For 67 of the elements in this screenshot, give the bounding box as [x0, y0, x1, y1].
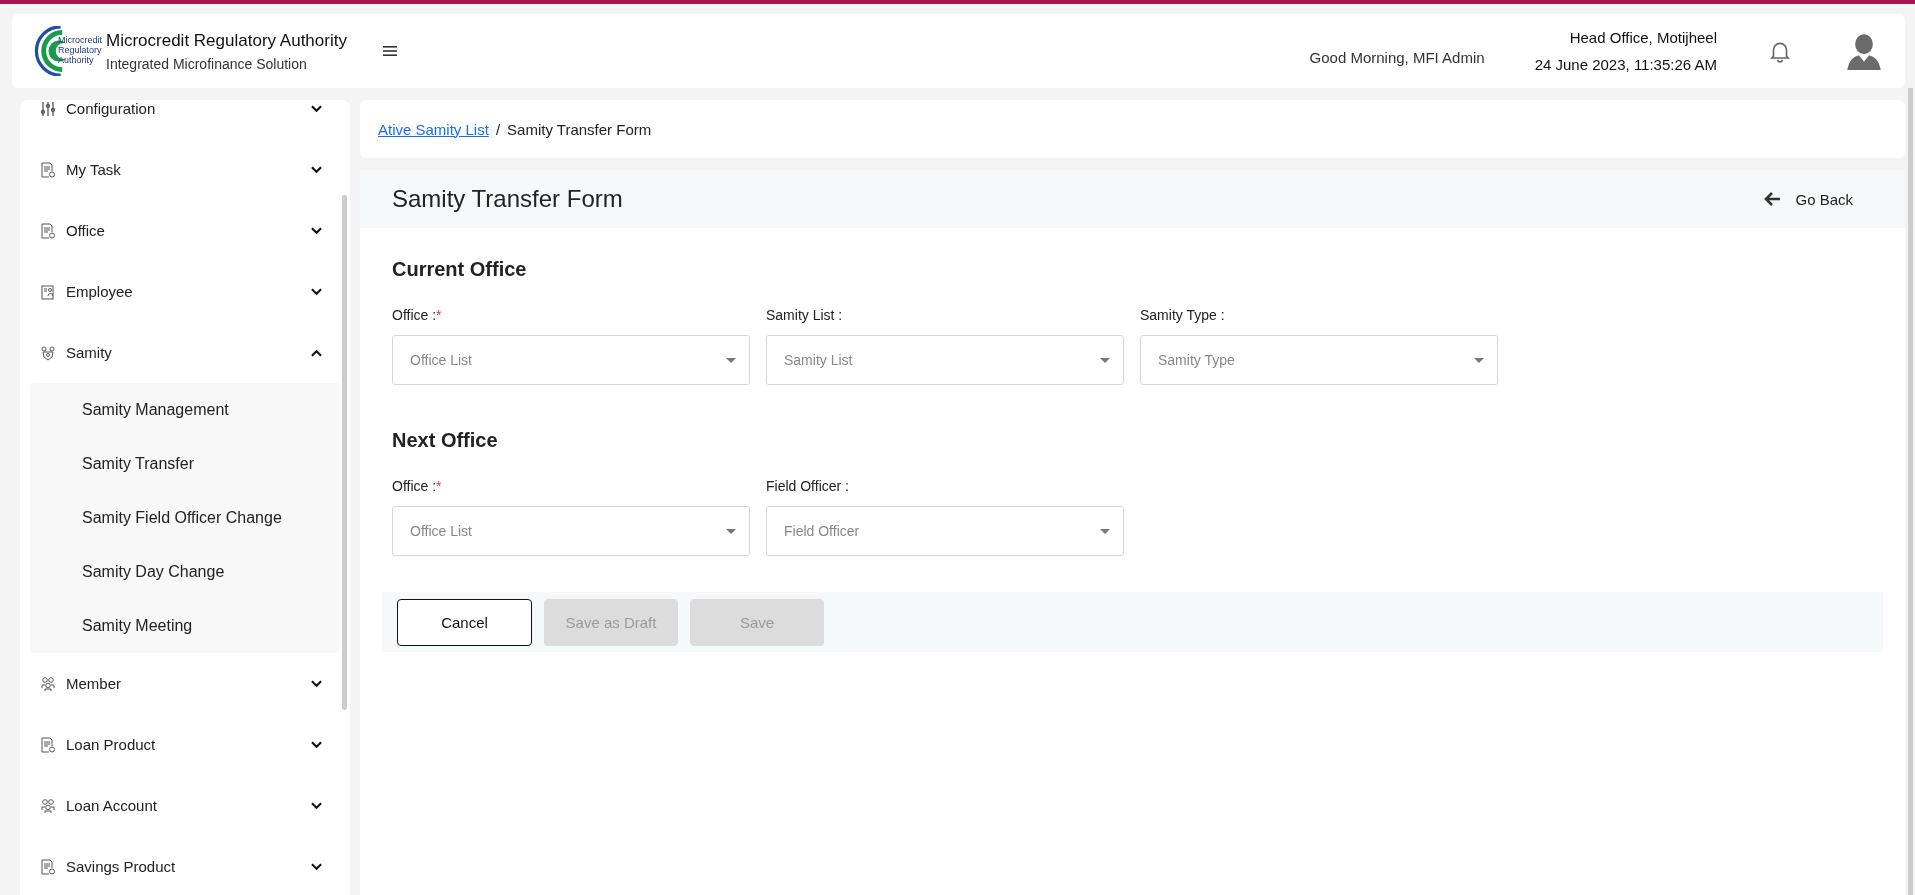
submenu-item[interactable]: Samity Day Change: [30, 545, 340, 599]
caret-icon: [1100, 357, 1110, 363]
section-heading: Next Office: [392, 429, 499, 452]
chevron-down-icon: [311, 679, 322, 688]
dropdown-field[interactable]: Office List: [392, 506, 750, 556]
submenu-item[interactable]: Samity Transfer: [30, 437, 340, 491]
caret-icon: [726, 528, 736, 534]
menu-icon[interactable]: [382, 45, 397, 57]
field-label: Office :*: [392, 478, 443, 494]
sidebar-item[interactable]: Office: [30, 200, 340, 261]
field-label: Field Officer :: [766, 478, 850, 494]
breadcrumb-current: Samity Transfer Form: [507, 120, 652, 138]
chevron-up-icon: [311, 348, 322, 357]
arrow-left-icon: [1763, 191, 1782, 207]
logo-text: Authority: [58, 55, 95, 65]
sidebar-item[interactable]: Configuration: [30, 100, 340, 139]
sidebar-item[interactable]: Member: [30, 653, 340, 714]
sidebar-item[interactable]: Loan Account: [30, 775, 340, 836]
sidebar-item[interactable]: Loan Product: [30, 714, 340, 775]
chevron-down-icon: [311, 740, 322, 749]
sidebar-item[interactable]: Savings Product: [30, 836, 340, 895]
breadcrumb-link[interactable]: Ative Samity List: [378, 120, 489, 138]
field-label: Office :*: [392, 307, 443, 323]
page-scrollbar[interactable]: [1908, 88, 1913, 895]
document-icon: [40, 222, 56, 239]
greeting-text: Good Morning, MFI Admin: [1309, 48, 1485, 66]
caret-icon: [1474, 357, 1484, 363]
people-icon: [40, 675, 56, 692]
page-title: Samity Transfer Form: [392, 185, 623, 213]
chevron-down-icon: [311, 862, 322, 871]
submenu-item[interactable]: Samity Field Officer Change: [30, 491, 340, 545]
dropdown-field[interactable]: Field Officer: [766, 506, 1124, 556]
dropdown-field[interactable]: Samity List: [766, 335, 1124, 385]
go-back-button[interactable]: Go Back: [1763, 190, 1853, 208]
sidebar-item[interactable]: Employee: [30, 261, 340, 322]
chevron-down-icon: [311, 104, 322, 113]
dropdown-field[interactable]: Samity Type: [1140, 335, 1498, 385]
breadcrumb-separator: /: [495, 120, 501, 138]
caret-icon: [1100, 528, 1110, 534]
logo-text: Regulatory: [58, 45, 102, 55]
logo-text: Microcredit: [58, 35, 102, 45]
app-title: Microcredit Regulatory Authority: [106, 30, 347, 51]
chevron-down-icon: [311, 165, 322, 174]
office-name: Head Office, Motijheel: [1569, 29, 1717, 46]
section-heading: Current Office: [392, 258, 528, 281]
document-icon: [40, 161, 56, 178]
submenu-item[interactable]: Samity Meeting: [30, 599, 340, 653]
cancel-button[interactable]: Cancel: [397, 598, 532, 646]
sidebar-item[interactable]: Samity: [30, 322, 340, 383]
chevron-down-icon: [311, 226, 322, 235]
group-icon: [40, 344, 56, 361]
document-icon: [40, 858, 56, 875]
chevron-down-icon: [311, 801, 322, 810]
document-icon: [40, 736, 56, 753]
field-label: Samity List :: [766, 307, 844, 323]
app-subtitle: Integrated Microfinance Solution: [106, 55, 308, 72]
caret-icon: [726, 357, 736, 363]
chevron-down-icon: [311, 287, 322, 296]
scrollbar-thumb[interactable]: [342, 195, 347, 710]
sliders-icon: [40, 100, 56, 117]
submenu-item[interactable]: Samity Management: [30, 383, 340, 437]
field-label: Samity Type :: [1140, 307, 1226, 323]
people-icon: [40, 797, 56, 814]
date-time: 24 June 2023, 11:35:26 AM: [1534, 56, 1717, 73]
id-card-icon: [40, 283, 56, 300]
sidebar-item[interactable]: My Task: [30, 139, 340, 200]
dropdown-field[interactable]: Office List: [392, 335, 750, 385]
